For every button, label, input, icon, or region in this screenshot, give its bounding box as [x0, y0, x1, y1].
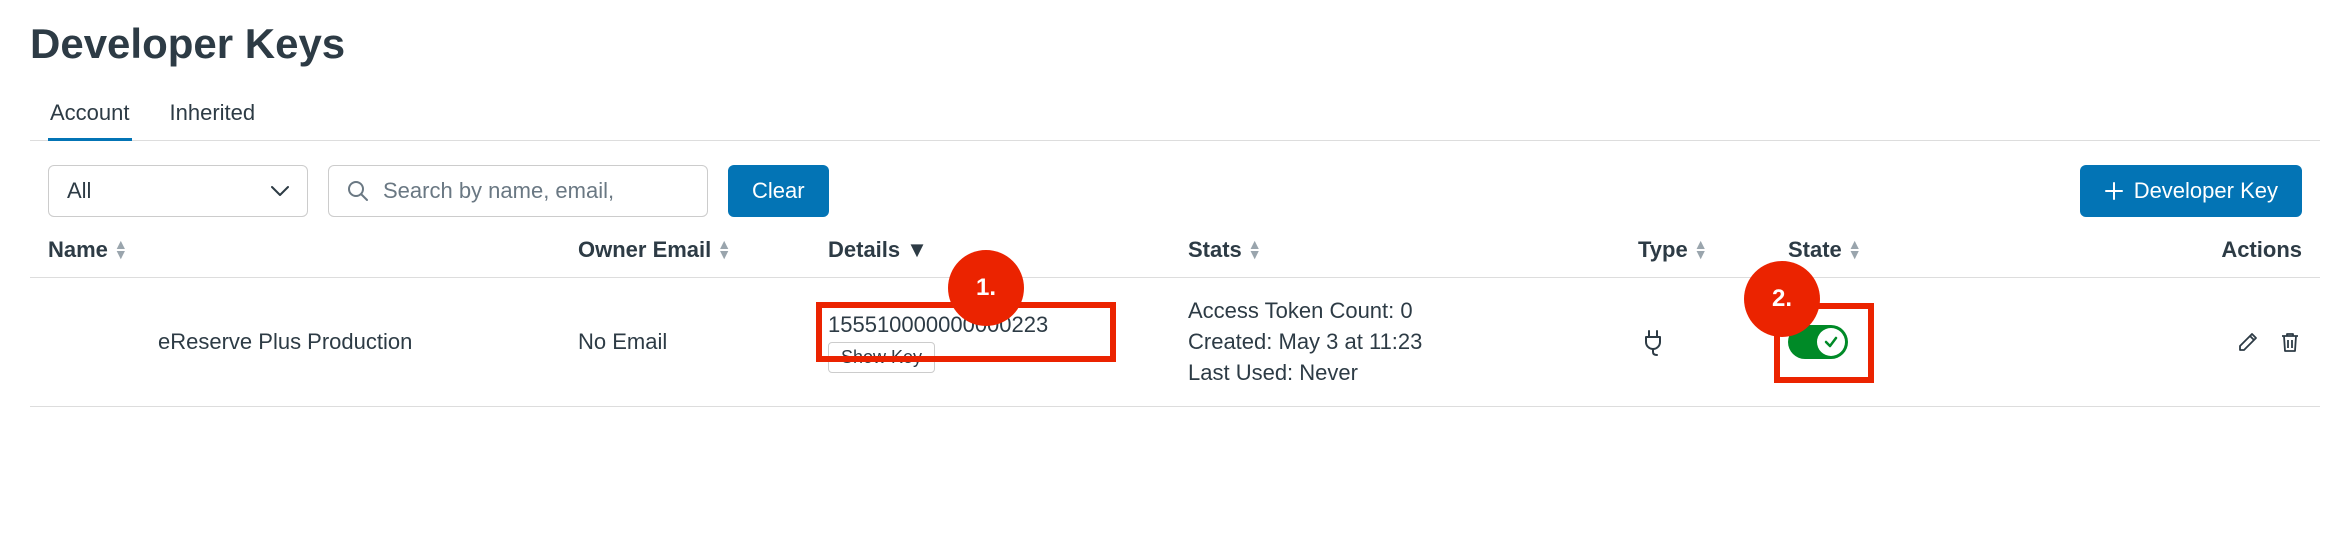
cell-name: eReserve Plus Production — [48, 329, 578, 355]
plus-icon — [2104, 181, 2124, 201]
col-state[interactable]: State ▲▼ — [1788, 237, 1938, 263]
annotation-badge-2-label: 2. — [1772, 285, 1792, 313]
plug-icon — [1638, 327, 1668, 357]
col-stats-label: Stats — [1188, 237, 1242, 263]
col-email[interactable]: Owner Email ▲▼ — [578, 237, 828, 263]
show-key-button[interactable]: Show Key — [828, 342, 935, 373]
tab-account[interactable]: Account — [48, 88, 132, 141]
pencil-icon — [2236, 330, 2260, 354]
search-field-wrap — [328, 165, 708, 217]
col-state-label: State — [1788, 237, 1842, 263]
col-details-label: Details — [828, 237, 900, 263]
keys-table: Name ▲▼ Owner Email ▲▼ Details ▼ Stats ▲… — [30, 237, 2320, 407]
col-name[interactable]: Name ▲▼ — [48, 237, 578, 263]
sort-icon: ▲▼ — [114, 240, 128, 260]
cell-actions — [1938, 330, 2302, 354]
trash-icon — [2278, 330, 2302, 354]
col-name-label: Name — [48, 237, 108, 263]
sort-icon: ▲▼ — [717, 240, 731, 260]
cell-details: 1. 155510000000000223 Show Key — [828, 312, 1188, 373]
sort-icon: ▲▼ — [1694, 240, 1708, 260]
stat-token-count: Access Token Count: 0 — [1188, 296, 1638, 327]
annotation-badge-1: 1. — [948, 250, 1024, 326]
edit-button[interactable] — [2236, 330, 2260, 354]
page-title: Developer Keys — [30, 20, 2320, 68]
annotation-badge-1-label: 1. — [976, 274, 996, 302]
col-type[interactable]: Type ▲▼ — [1638, 237, 1788, 263]
tab-inherited[interactable]: Inherited — [168, 88, 258, 141]
stat-created: Created: May 3 at 11:23 — [1188, 327, 1638, 358]
check-icon — [1823, 334, 1839, 350]
toggle-knob — [1817, 328, 1845, 356]
cell-email: No Email — [578, 329, 828, 355]
delete-button[interactable] — [2278, 330, 2302, 354]
sort-icon: ▲▼ — [1248, 240, 1262, 260]
search-icon — [347, 180, 369, 202]
annotation-badge-2: 2. — [1744, 261, 1820, 337]
filter-select[interactable]: All — [48, 165, 308, 217]
table-header: Name ▲▼ Owner Email ▲▼ Details ▼ Stats ▲… — [30, 237, 2320, 278]
col-email-label: Owner Email — [578, 237, 711, 263]
stat-last-used: Last Used: Never — [1188, 358, 1638, 389]
caret-down-icon: ▼ — [906, 237, 928, 263]
clear-button[interactable]: Clear — [728, 165, 829, 217]
col-type-label: Type — [1638, 237, 1688, 263]
col-actions-label: Actions — [2221, 237, 2302, 263]
col-stats[interactable]: Stats ▲▼ — [1188, 237, 1638, 263]
col-actions: Actions — [1938, 237, 2302, 263]
add-developer-key-label: Developer Key — [2134, 178, 2278, 204]
controls-row: All Clear Developer Key — [30, 165, 2320, 217]
cell-stats: Access Token Count: 0 Created: May 3 at … — [1188, 296, 1638, 388]
table-row: eReserve Plus Production No Email 1. 155… — [30, 278, 2320, 407]
chevron-down-icon — [271, 185, 289, 197]
tabs: Account Inherited — [30, 88, 2320, 141]
search-input[interactable] — [383, 178, 689, 204]
add-developer-key-button[interactable]: Developer Key — [2080, 165, 2302, 217]
cell-state: 2. — [1788, 325, 1938, 359]
filter-select-value: All — [67, 178, 91, 204]
sort-icon: ▲▼ — [1848, 240, 1862, 260]
